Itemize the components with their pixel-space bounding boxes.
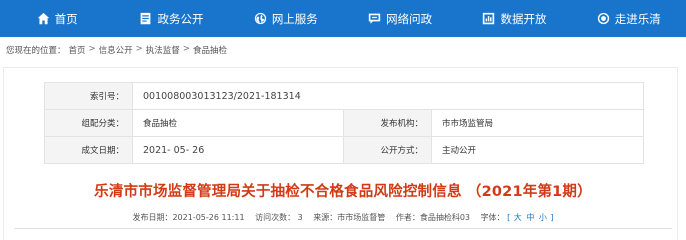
disclosure-method-value: 主动公开: [431, 136, 644, 164]
table-row: 组配分类： 食品抽检 发布机构： 市市场监管局: [44, 109, 644, 137]
article-author: 作者：食品抽检科03: [395, 213, 471, 222]
nav-item-online-inquiry[interactable]: 网络问政: [343, 0, 457, 37]
nav-item-label: 网络问政: [386, 11, 433, 26]
article-source: 来源：市市场监督管: [313, 213, 386, 222]
publish-time: 发布日期：2021-05-26 11:11: [132, 213, 245, 222]
globe-icon: [254, 12, 267, 25]
top-navigation: 首页 政务公开 网上服务 网络问政 数据开放 走进乐清: [0, 0, 686, 37]
disclosure-method-label: 公开方式：: [343, 136, 432, 164]
breadcrumb: 您现在的位置： 首页 > 信息公开 > 执法监督 > 食品抽检: [6, 44, 227, 56]
nav-item-label: 网上服务: [271, 11, 318, 26]
nav-item-label: 走进乐清: [614, 11, 661, 26]
article-title: 乐清市市场监督管理局关于抽检不合格食品风险控制信息 （2021年第1期）: [94, 184, 592, 200]
breadcrumb-prefix: 您现在的位置：: [6, 46, 66, 56]
document-date-label: 成文日期：: [44, 136, 133, 164]
breadcrumb-separator: >: [182, 44, 190, 54]
table-row: 成文日期： 2021- 05- 26 公开方式： 主动公开: [44, 136, 644, 164]
table-row: 索引号： 001008003013123/2021-181314: [44, 82, 644, 110]
category-value: 食品抽检: [132, 109, 344, 137]
article-info-bar: 发布日期：2021-05-26 11:11 访问次数： 3 来源：市市场监督管 …: [0, 212, 686, 223]
breadcrumb-separator: >: [135, 44, 143, 54]
font-size-bracket-open: [: [507, 213, 511, 222]
home-icon: [37, 12, 49, 25]
index-number-label: 索引号：: [44, 82, 133, 110]
nav-item-label: 政务公开: [157, 11, 204, 26]
view-count: 访问次数： 3: [255, 213, 303, 222]
breadcrumb-food-inspection[interactable]: 食品抽检: [193, 44, 227, 56]
nav-item-home[interactable]: 首页: [0, 0, 114, 37]
font-size-medium-button[interactable]: 中: [525, 213, 535, 222]
nav-item-open-data[interactable]: 数据开放: [457, 0, 571, 37]
nav-item-online-services[interactable]: 网上服务: [229, 0, 343, 37]
nav-item-government-affairs[interactable]: 政务公开: [114, 0, 228, 37]
document-icon: [141, 12, 151, 25]
breadcrumb-separator: >: [88, 44, 96, 54]
font-size-small-button[interactable]: 小: [538, 213, 548, 222]
nav-item-about-yueqing[interactable]: 走进乐清: [572, 0, 686, 37]
breadcrumb-home[interactable]: 首页: [69, 44, 86, 56]
font-size-label: 字体：: [480, 213, 505, 222]
publisher-value: 市市场监管局: [431, 109, 644, 137]
nav-item-label: 数据开放: [500, 11, 547, 26]
breadcrumb-info-disclosure[interactable]: 信息公开: [99, 44, 133, 56]
target-icon: [597, 12, 609, 25]
divider: [14, 228, 672, 229]
document-date-value: 2021- 05- 26: [132, 136, 344, 164]
font-size-large-button[interactable]: 大: [513, 213, 523, 222]
data-icon: [483, 12, 495, 25]
index-number-value: 001008003013123/2021-181314: [132, 82, 644, 110]
font-size-bracket-close: ]: [550, 213, 554, 222]
publisher-label: 发布机构：: [343, 109, 432, 137]
nav-item-label: 首页: [54, 11, 78, 26]
category-label: 组配分类：: [44, 109, 133, 137]
chat-icon: [368, 13, 381, 24]
breadcrumb-law-enforcement[interactable]: 执法监督: [146, 44, 180, 56]
metadata-table: 索引号： 001008003013123/2021-181314 组配分类： 食…: [44, 82, 644, 164]
